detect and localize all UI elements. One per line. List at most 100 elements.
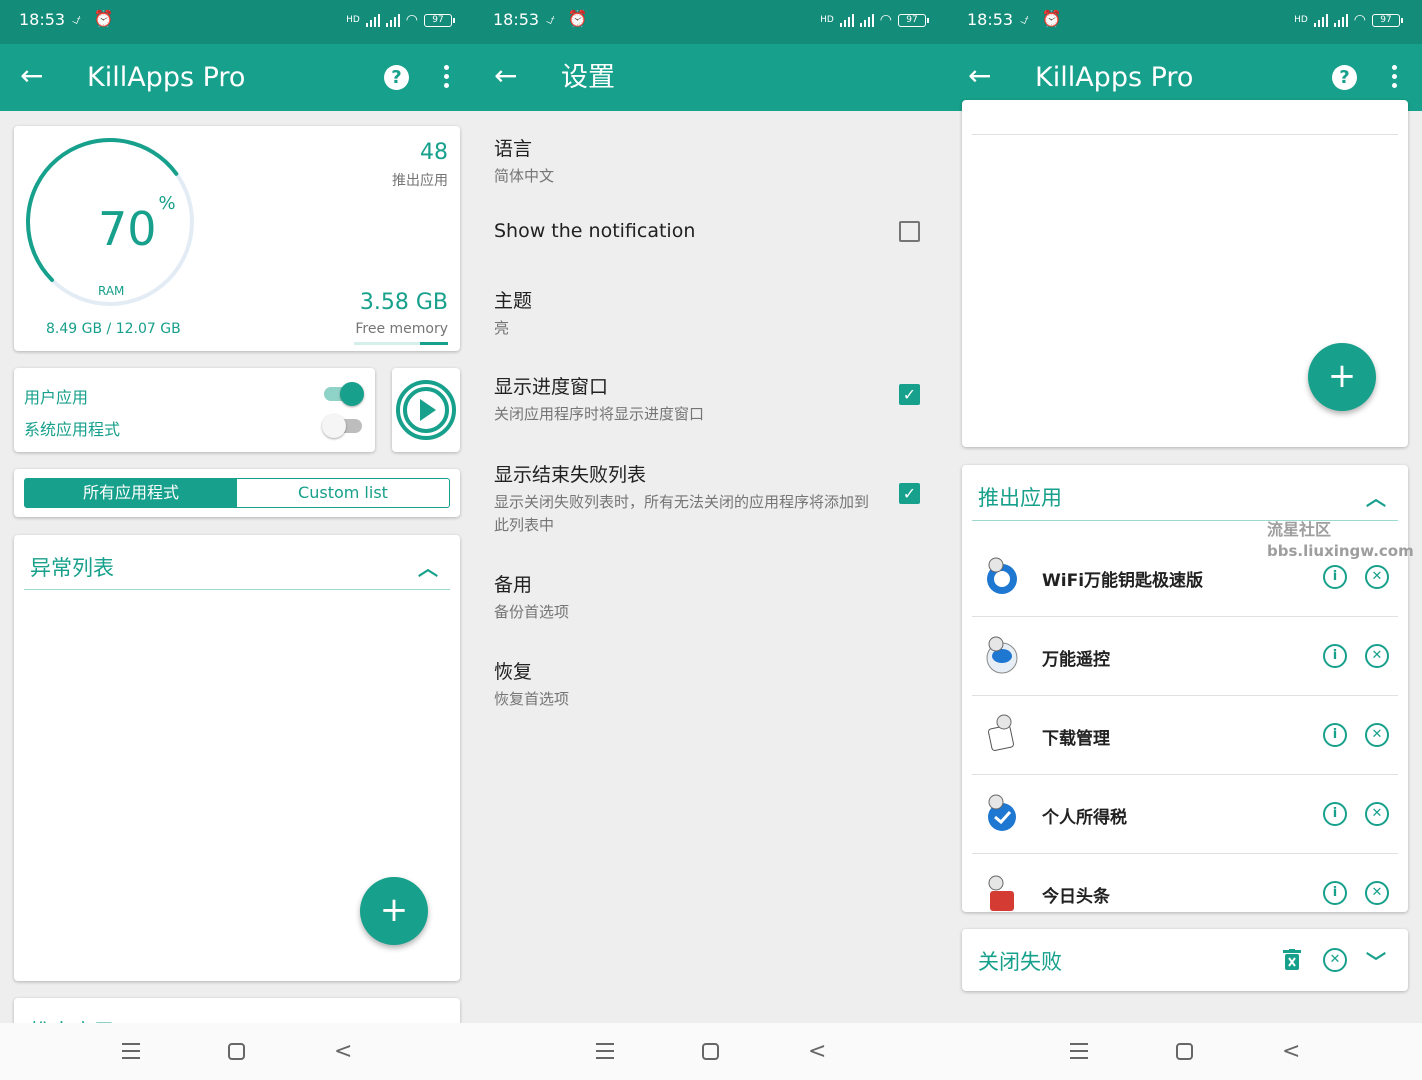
close-circle-icon[interactable]: ✕ [1365,644,1389,668]
app-row[interactable]: 万能遥控 i ✕ [972,618,1398,696]
home-icon[interactable] [228,1043,245,1060]
help-icon[interactable]: ? [384,65,409,90]
status-bar: 18:53 ⍻ ⏰ HD ◠ 97 [474,0,948,44]
add-fab[interactable]: + [360,877,428,945]
close-circle-icon[interactable]: ✕ [1365,565,1389,589]
silent-alarm-icons: ⍻ ⏰ [546,9,592,28]
user-apps-switch[interactable] [324,382,364,406]
section-divider [972,520,1398,521]
tab-all-apps[interactable]: 所有应用程式 [25,479,237,507]
setting-subtitle: 关闭应用程序时将显示进度窗口 [494,405,705,423]
chevron-down-icon[interactable]: ﹀ [1366,946,1386,975]
app-title: KillApps Pro [1035,62,1194,93]
info-icon[interactable]: i [1323,802,1347,826]
close-circle-icon[interactable]: ✕ [1323,948,1347,972]
home-icon[interactable] [702,1043,719,1060]
menu-icon[interactable] [596,1043,614,1064]
setting-notification[interactable]: Show the notification [494,220,924,242]
setting-restore[interactable]: 恢复 恢复首选项 [494,657,924,711]
delete-icon[interactable] [1283,949,1301,971]
chevron-up-icon[interactable]: ︿ [418,552,438,581]
progress-window-checkbox[interactable]: ✓ [899,384,920,405]
setting-language[interactable]: 语言 简体中文 [494,134,924,188]
info-icon[interactable]: i [1323,881,1347,905]
setting-title: 恢复 [494,661,533,683]
info-icon[interactable]: i [1323,644,1347,668]
menu-icon[interactable] [1070,1043,1088,1064]
back-arrow-icon[interactable]: ← [494,60,517,92]
fail-section-title: 关闭失败 [978,950,1062,974]
status-bar: 18:53 ⍻ ⏰ HD ◠ 97 [948,0,1422,44]
hd-label: HD [820,15,834,25]
status-indicators: HD ◠ 97 [346,12,455,28]
more-vert-icon[interactable] [1392,65,1398,89]
info-icon[interactable]: i [1323,565,1347,589]
app-icon [988,714,1014,751]
panel-kill-list: 18:53 ⍻ ⏰ HD ◠ 97 ← KillApps Pro ? + 推出应… [948,0,1422,1080]
ram-usage: 8.49 GB / 12.07 GB [46,321,181,337]
chevron-up-icon[interactable]: ︿ [1366,482,1386,511]
app-icon [986,636,1018,674]
close-circle-icon[interactable]: ✕ [1365,881,1389,905]
setting-title: 显示进度窗口 [494,376,609,398]
fail-list-checkbox[interactable]: ✓ [899,483,920,504]
setting-fail-list[interactable]: 显示结束失败列表 显示关闭失败列表时，所有无法关闭的应用程序将添加到此列表中 [494,460,924,537]
tab-custom-list[interactable]: Custom list [237,479,449,507]
notification-checkbox[interactable] [899,221,920,242]
setting-title: Show the notification [494,220,696,242]
back-icon[interactable]: < [808,1041,826,1063]
ram-card: 70% RAM 8.49 GB / 12.07 GB 48 推出应用 3.58 … [14,126,460,351]
exception-list-card: 异常列表 ︿ + [14,535,460,981]
signal-icon-2 [1333,13,1348,27]
play-kill-icon[interactable] [395,379,457,441]
app-row[interactable]: 个人所得税 i ✕ [972,776,1398,854]
more-vert-icon[interactable] [444,65,450,89]
battery-icon: 97 [424,13,455,27]
back-icon[interactable]: < [334,1041,352,1063]
silent-alarm-icons: ⍻ ⏰ [1020,9,1066,28]
system-apps-switch[interactable] [322,414,362,438]
kill-list-card: 推出应用 ︿ WiFi万能钥匙极速版 i ✕ 万能遥控 i ✕ 下载管理 i ✕… [962,465,1408,912]
ram-label: RAM [98,284,125,298]
nav-bar: < [474,1023,948,1080]
status-time: 18:53 [493,10,540,29]
info-icon[interactable]: i [1323,723,1347,747]
home-icon[interactable] [1176,1043,1193,1060]
wifi-icon: ◠ [1353,12,1366,28]
status-indicators: HD ◠ 97 [820,12,929,28]
close-circle-icon[interactable]: ✕ [1365,723,1389,747]
exception-list-card: + [962,100,1408,447]
menu-icon[interactable] [122,1043,140,1064]
setting-theme[interactable]: 主题 亮 [494,286,924,340]
app-name: 个人所得税 [1042,808,1127,828]
back-arrow-icon[interactable]: ← [968,60,991,92]
back-arrow-icon[interactable]: ← [20,60,43,92]
app-row[interactable]: 今日头条 i ✕ [972,855,1398,912]
killed-label: 推出应用 [392,173,448,189]
close-circle-icon[interactable]: ✕ [1365,802,1389,826]
setting-backup[interactable]: 备用 备份首选项 [494,570,924,624]
status-bar: 18:53 ⍻ ⏰ HD ◠ 97 [0,0,474,44]
setting-subtitle: 亮 [494,319,510,337]
setting-title: 语言 [494,138,533,160]
signal-icon [365,13,380,27]
wifi-icon: ◠ [879,12,892,28]
help-icon[interactable]: ? [1332,65,1357,90]
app-bar: ← 设置 [474,44,948,111]
signal-icon [1313,13,1328,27]
setting-subtitle: 恢复首选项 [494,690,570,708]
killed-count: 48 [420,140,448,165]
setting-progress-window[interactable]: 显示进度窗口 关闭应用程序时将显示进度窗口 [494,372,924,426]
section-title: 异常列表 [30,556,114,580]
app-icon [988,794,1016,831]
fail-list-card: 关闭失败 ✕ ﹀ [962,929,1408,991]
app-bar: ← KillApps Pro ? [0,44,474,111]
nav-bar: < [0,1023,474,1080]
add-fab[interactable]: + [1308,343,1376,411]
back-icon[interactable]: < [1282,1041,1300,1063]
list-mode-card: 所有应用程式 Custom list [14,469,460,517]
panel-settings: 18:53 ⍻ ⏰ HD ◠ 97 ← 设置 语言 简体中文 Show the … [474,0,948,1080]
list-mode-toggle: 所有应用程式 Custom list [24,478,450,508]
app-row[interactable]: 下载管理 i ✕ [972,697,1398,775]
status-indicators: HD ◠ 97 [1294,12,1403,28]
